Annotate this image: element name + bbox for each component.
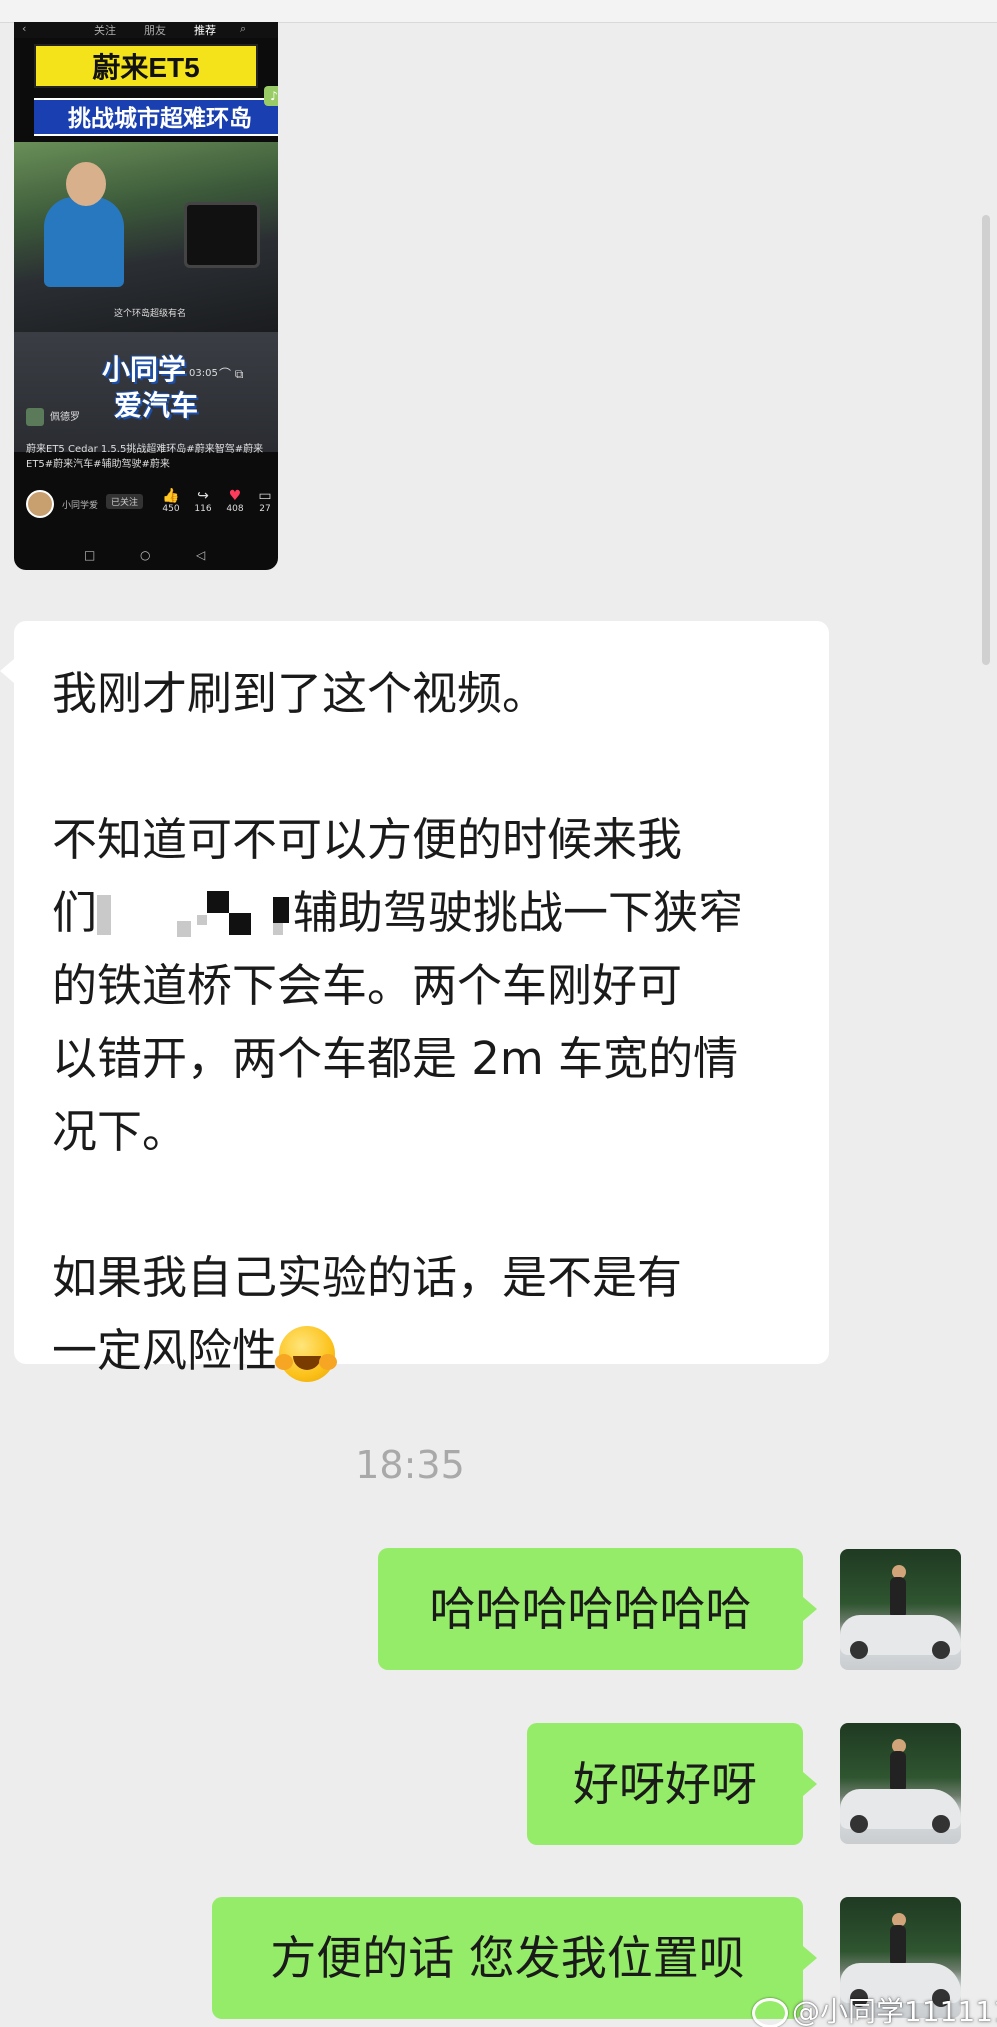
driver-head (66, 162, 106, 206)
video-tab-recommend: 推荐 (194, 24, 216, 37)
message-line: 我刚才刷到了这个视频。 (52, 667, 548, 720)
avatar-wheel (932, 1641, 950, 1659)
favorite-count: 408 (226, 504, 244, 514)
video-duration: 03:05 (189, 368, 218, 379)
message-line: 不知道可不可以方便的时候来我 (52, 813, 683, 866)
avatar-figure (890, 1925, 906, 1967)
avatar-figure (890, 1577, 906, 1619)
message-line: 的铁道桥下会车。两个车刚好可 (52, 959, 683, 1012)
message-line: 如果我自己实验的话，是不是有 (52, 1251, 683, 1304)
message-text: 一定风险性 (52, 1324, 278, 1377)
video-subtitle-banner: 挑战城市超难环岛 (34, 98, 278, 136)
video-frame: 这个环岛超级有名 (14, 142, 278, 332)
watermark-text: @小同学111111 (792, 1995, 997, 2027)
scrollbar[interactable] (982, 215, 990, 665)
weibo-logo-icon (752, 1998, 788, 2027)
message-timestamp: 18:35 (355, 1443, 465, 1487)
my-avatar[interactable] (840, 1549, 961, 1670)
face-with-tears-icon (275, 1326, 336, 1382)
uploader-row: 佩德罗 (26, 408, 80, 426)
incoming-message-bubble[interactable]: 我刚才刷到了这个视频。 不知道可不可以方便的时候来我 们 辅助驾驶挑战一下狭窄 的… (0, 621, 829, 1382)
back-triangle-icon: ◁ (196, 548, 206, 562)
outgoing-message-bubble[interactable]: 好呀好呀 (527, 1723, 817, 1845)
channel-logo: 小同学 爱汽车 (84, 352, 224, 438)
music-note-icon: ♪ (264, 86, 278, 106)
video-caption: 这个环岛超级有名 (114, 309, 187, 319)
recents-icon: □ (84, 548, 96, 562)
avatar-figure (890, 1751, 906, 1793)
video-action-bar: 小同学爱 已关注 👍 450 ↪ 116 ♥ 408 ▭ 27 (14, 482, 278, 538)
top-strip (0, 0, 997, 23)
author-name: 小同学爱 (62, 501, 99, 511)
my-avatar[interactable] (840, 1723, 961, 1844)
outgoing-message-bubble[interactable]: 哈哈哈哈哈哈哈 (378, 1548, 817, 1670)
home-icon: ○ (140, 548, 151, 562)
heart-icon: ♥ 408 (226, 488, 244, 514)
video-message[interactable]: ‹ 关注 朋友 推荐 ⌕ 蔚来ET5 Cedar1.5.5 挑战城市超难环岛 ♪… (14, 22, 278, 570)
message-text: 辅助驾驶挑战一下狭窄 (293, 886, 744, 939)
video-description: 蔚来ET5 Cedar 1.5.5挑战超难环岛#蔚来智驾#蔚来ET5#蔚来汽车#… (26, 444, 264, 470)
avatar-wheel (850, 1641, 868, 1659)
driver-figure (44, 197, 124, 287)
video-tab-following: 关注 (94, 24, 116, 37)
android-nav-bar: □ ○ ◁ (14, 546, 278, 570)
message-line: 一定风险性 (52, 1314, 829, 1387)
video-top-bar: ‹ 关注 朋友 推荐 ⌕ (14, 22, 278, 38)
thumbs-up-icon: 👍 450 (162, 488, 180, 514)
outgoing-message-bubble[interactable]: 方便的话 您发我位置呗 (212, 1897, 817, 2019)
comment-count: 27 (259, 504, 271, 514)
uploader-avatar (26, 408, 44, 426)
like-count: 450 (162, 504, 180, 514)
headphone-icon: ⌒ ⧉ (219, 367, 244, 381)
message-line: 们 辅助驾驶挑战一下狭窄 (52, 876, 829, 949)
back-icon: ‹ (22, 22, 27, 35)
uploader-name: 佩德罗 (50, 412, 80, 423)
logo-line-2: 爱汽车 (114, 389, 199, 422)
chat-screen: ‹ 关注 朋友 推荐 ⌕ 蔚来ET5 Cedar1.5.5 挑战城市超难环岛 ♪… (0, 0, 997, 2027)
message-line: 况下。 (52, 1105, 188, 1158)
message-line: 以错开，两个车都是 2m 车宽的情 (52, 1032, 739, 1085)
author-avatar (26, 490, 54, 518)
car-display (184, 202, 260, 268)
share-count: 116 (194, 504, 212, 514)
video-title-banner: 蔚来ET5 Cedar1.5.5 (34, 44, 258, 127)
share-icon: ↪ 116 (194, 488, 212, 514)
message-text: 们 (52, 886, 98, 939)
weibo-watermark: @小同学111111 (752, 1990, 997, 2027)
follow-badge: 已关注 (106, 494, 144, 509)
search-icon: ⌕ (240, 22, 247, 35)
avatar-wheel (850, 1815, 868, 1833)
redacted-mosaic (97, 891, 293, 941)
video-tab-friends: 朋友 (144, 24, 166, 37)
comment-icon: ▭ 27 (258, 488, 272, 514)
avatar-wheel (932, 1815, 950, 1833)
